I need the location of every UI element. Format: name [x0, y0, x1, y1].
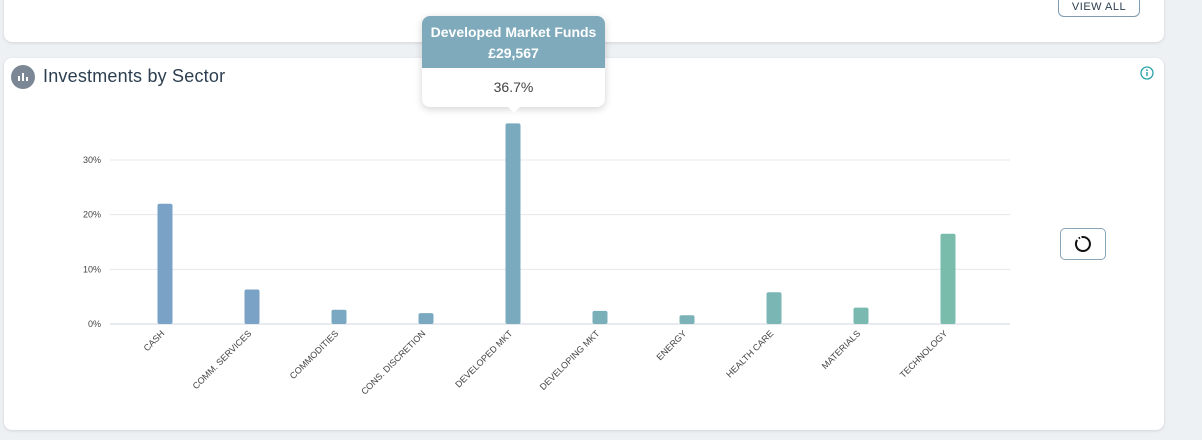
bar-energy[interactable]	[679, 315, 695, 324]
bar-cash[interactable]	[157, 203, 173, 324]
x-category-label: DEVELOPED MKT	[453, 328, 515, 390]
bar-cons-discretion[interactable]	[418, 313, 434, 324]
bar-comm-services[interactable]	[244, 289, 260, 324]
bar-technology[interactable]	[940, 233, 956, 324]
tooltip-amount: £29,567	[488, 45, 539, 61]
bar-developing-mkt[interactable]	[592, 310, 608, 324]
tooltip-title: Developed Market Funds	[430, 24, 597, 40]
bar-materials[interactable]	[853, 307, 869, 324]
bar-developed-mkt[interactable]	[505, 123, 521, 324]
tooltip-arrow	[506, 105, 522, 113]
y-tick-label: 30%	[83, 155, 101, 165]
bar-health-care[interactable]	[766, 292, 782, 324]
x-category-label: COMM. SERVICES	[191, 328, 254, 391]
y-tick-label: 10%	[83, 264, 101, 274]
bar-commodities[interactable]	[331, 309, 347, 324]
x-category-label: COMMODITIES	[288, 328, 341, 381]
y-tick-label: 0%	[88, 319, 101, 329]
x-category-label: TECHNOLOGY	[898, 328, 950, 380]
x-category-label: DEVELOPING MKT	[538, 328, 602, 392]
x-category-label: HEALTH CARE	[724, 328, 775, 379]
tooltip-percent: 36.7%	[493, 79, 534, 95]
x-category-label: CASH	[142, 328, 167, 353]
y-tick-label: 20%	[83, 210, 101, 220]
x-category-label: MATERIALS	[820, 328, 863, 371]
x-category-label: ENERGY	[654, 328, 688, 362]
tooltip-header: Developed Market Funds £29,567	[422, 16, 605, 68]
chart-tooltip: Developed Market Funds £29,567 36.7%	[422, 16, 605, 113]
x-category-label: CONS. DISCRETION	[359, 328, 427, 396]
